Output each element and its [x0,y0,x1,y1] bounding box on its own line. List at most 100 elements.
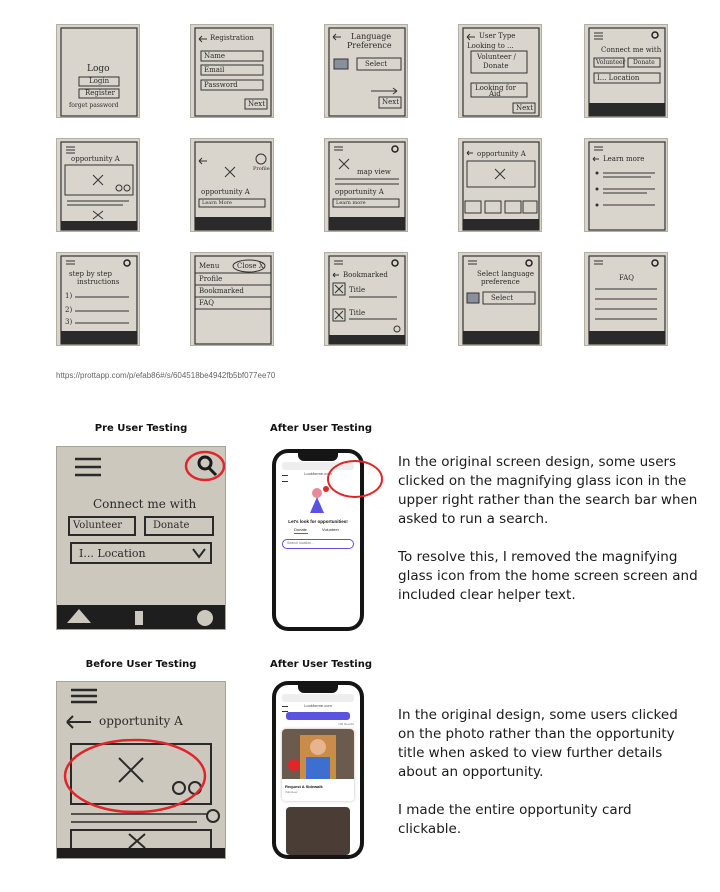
after-testing-heading-1: After User Testing [269,423,373,434]
sketch-user-type-screen: User Type Looking to ... Volunteer / Don… [458,24,542,118]
next-card-photo[interactable] [286,807,350,855]
opportunity-title: opportunity A [99,714,183,728]
opportunity-card[interactable]: Request A Sidewalk Volunteer [282,729,354,801]
sketch-frame [194,141,272,231]
red-annotation-circle [327,460,383,498]
step-1: 1) [65,292,73,300]
sketch-frame [588,255,666,345]
explanation-2-paragraph-1: In the original design, some users click… [398,707,678,780]
name-label: Name [204,52,226,60]
sketch-home-screen: Connect me with Volunteer Donate I... Lo… [584,24,668,118]
sketch-instructions-screen: step by step instructions 1) 2) 3) [56,252,140,346]
learn-more-title: Learn more [603,155,645,163]
registration-title: Registration [210,34,254,42]
sketch-frame [57,450,225,629]
select-label: Select [365,60,388,68]
browser-bar: Lookforme.com [282,694,354,708]
opportunity-photo [282,729,354,779]
next-label: Next [516,104,534,112]
results-header: Search Results [286,712,350,726]
sketch-login-screen: Logo Login Register forget password [56,24,140,118]
sketch-language-screen: Language Preference Select Next [324,24,408,118]
faq-title: FAQ [619,274,635,282]
sketch-frame [588,141,666,231]
map-view-label: map view [357,168,391,176]
email-label: Email [204,66,225,74]
card-title: Request A Sidewalk [285,784,323,789]
next-label: Next [382,98,400,106]
bookmarked-title: Bookmarked [343,271,388,279]
volunteer-label: Volunteer [73,520,123,531]
location-label: I... Location [79,547,146,560]
volunteer-option: Volunteer / [477,53,516,61]
menu-label: Menu [199,262,220,270]
profile-item: Profile [199,275,223,283]
looking-label: Looking to ... [467,42,514,50]
tab-indicator [294,533,308,534]
instructions-title-2: instructions [77,278,120,286]
sketch-map-view-screen: map view opportunity A Learn more [324,138,408,232]
forgot-password-label: forget password [69,102,119,109]
phone-mockup-results: Lookforme.com Search Results 100 Results… [272,681,364,859]
search-input[interactable]: Search location... [282,539,354,549]
sketch-select-language-screen: Select language preference Select [458,252,542,346]
sketch-opportunity-screen: opportunity A [56,138,140,232]
sketch-bookmarked-screen: Bookmarked Title Title [324,252,408,346]
sketch-registration-screen: Registration Name Email Password Next [190,24,274,118]
sketch-frame [60,141,138,231]
aid-option: Aid [489,90,501,98]
sketch-frame [57,688,225,858]
connect-label: Connect me with [93,497,197,511]
pre-testing-heading: Pre User Testing [94,423,188,434]
close-label: Close X [237,262,264,270]
user-type-title: User Type [479,32,516,40]
menu-icon[interactable] [282,475,288,482]
explanation-2: In the original design, some users click… [398,706,698,858]
tab-donate[interactable]: Donate [294,527,307,532]
opportunity-title: opportunity A [477,150,526,158]
explanation-1-paragraph-2: To resolve this, I removed the magnifyin… [398,549,698,603]
language-title: Language [351,32,392,41]
connect-label: Connect me with [601,46,662,54]
sketch-frame [328,255,406,345]
prototype-url[interactable]: https://prottapp.com/p/efab86#/s/604518b… [56,371,275,380]
sketch-opportunity-profile-screen: Profile opportunity A Learn More [190,138,274,232]
results-title: Search Results [301,721,335,726]
select-language-title: Select language [477,270,534,278]
preference-title: Preference [347,41,392,50]
tab-volunteer[interactable]: Volunteer [322,527,339,532]
next-label: Next [248,100,266,108]
pre-testing-sketch-photo: Connect me with Volunteer Donate I... Lo… [56,446,226,630]
search-placeholder: Search location... [287,541,315,545]
login-label: Login [89,77,110,85]
select-label: Select [491,294,514,302]
learn-more-label: Learn More [202,200,232,206]
sketch-frame [588,27,666,117]
logo-label: Logo [87,64,110,74]
opportunity-title: opportunity A [201,188,250,196]
donate-label: Donate [153,520,190,531]
phone-notch [298,685,338,693]
site-url: Lookforme.com [304,703,332,708]
sketch-faq-screen: FAQ [584,252,668,346]
sketch-learn-more-screen: Learn more [584,138,668,232]
sketch-menu-screen: Menu Close X Profile Bookmarked FAQ [190,252,274,346]
menu-icon[interactable] [282,706,288,712]
password-label: Password [204,81,238,89]
after-testing-heading-2: After User Testing [269,659,373,670]
donate-option: Donate [483,62,509,70]
before-testing-sketch-photo: opportunity A [56,681,226,859]
faq-item: FAQ [199,299,215,307]
before-testing-heading: Before User Testing [85,659,197,670]
opportunity-title: opportunity A [335,188,384,196]
explanation-2-paragraph-2: I made the entire opportunity card click… [398,802,632,837]
instructions-title-1: step by step [69,270,112,278]
explanation-1: In the original screen design, some user… [398,453,698,624]
results-count: 100 Results [338,722,354,726]
card-subtitle: Volunteer [285,790,298,794]
donate-label: Donate [633,59,655,66]
register-label: Register [85,89,116,97]
step-2: 2) [65,306,73,314]
learn-more-label: Learn more [336,200,366,206]
step-3: 3) [65,318,73,326]
